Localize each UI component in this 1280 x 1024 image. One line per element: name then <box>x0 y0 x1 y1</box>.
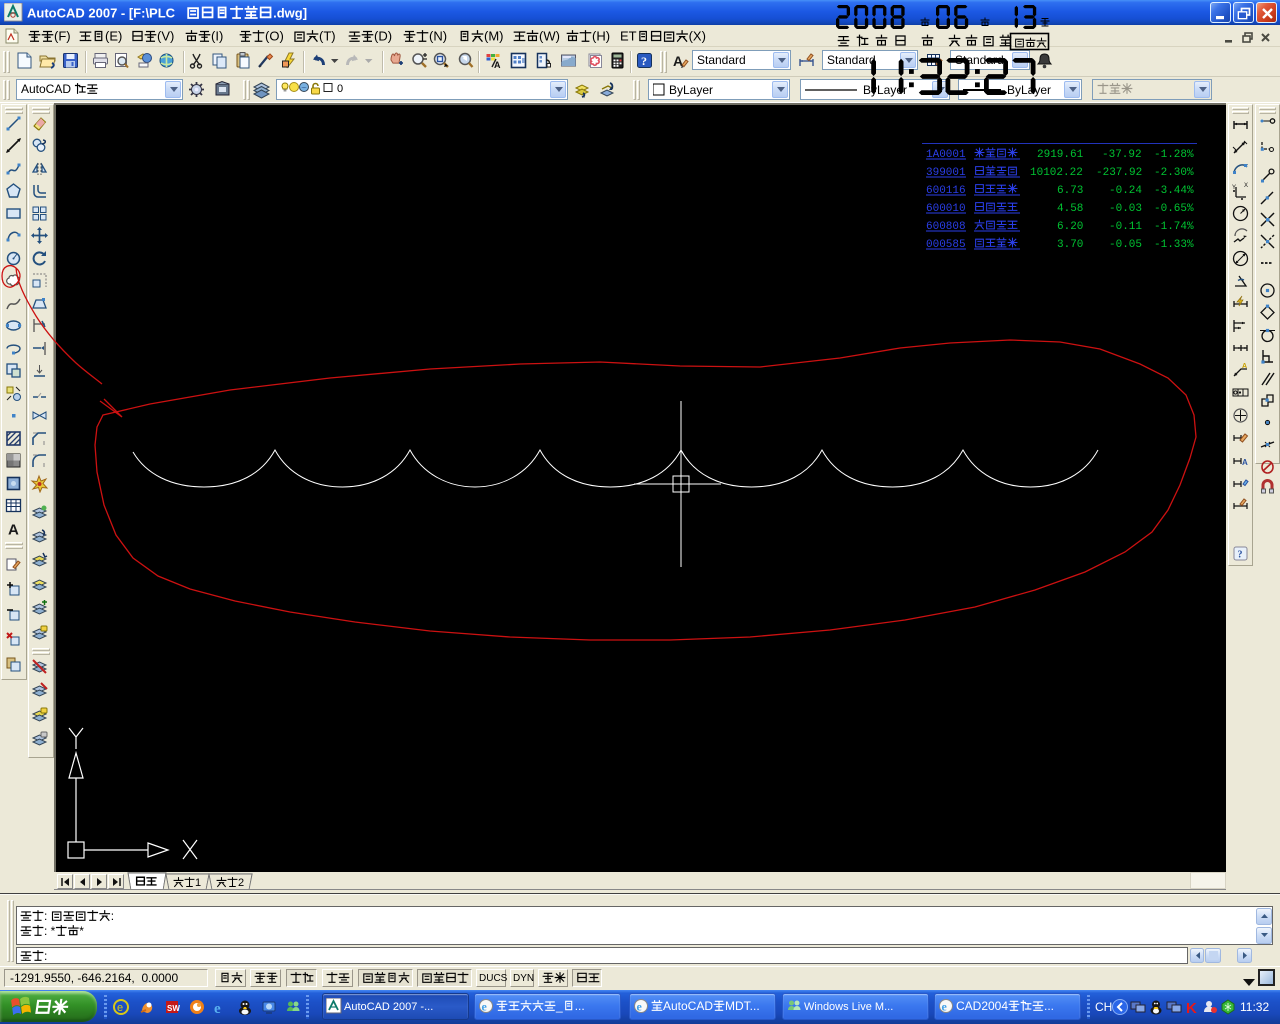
svg-text:MDT...: MDT... <box>725 999 760 1013</box>
svg-text:e: e <box>637 1000 643 1014</box>
svg-text:X: X <box>1244 183 1248 189</box>
svg-text:Standard: Standard <box>955 53 1004 67</box>
svg-text:AutoCAD: AutoCAD <box>663 999 713 1013</box>
svg-text:A: A <box>494 60 501 70</box>
svg-text:A: A <box>8 522 19 539</box>
svg-text:Standard: Standard <box>827 53 876 67</box>
svg-text:Standard: Standard <box>697 53 746 67</box>
svg-text:(D): (D) <box>374 29 392 44</box>
svg-text:2: 2 <box>238 877 244 889</box>
svg-text:SW: SW <box>167 1004 180 1013</box>
svg-text:...: ... <box>575 999 585 1013</box>
svg-text:_: _ <box>555 999 563 1013</box>
svg-text:ByLayer: ByLayer <box>669 83 713 97</box>
svg-text:(V): (V) <box>157 29 174 44</box>
svg-text:e: e <box>942 1000 948 1014</box>
svg-text:ByLayer: ByLayer <box>863 83 907 97</box>
svg-text:?: ? <box>1238 550 1243 561</box>
svg-text:ByLayer: ByLayer <box>1007 83 1051 97</box>
svg-text:*: * <box>79 924 84 938</box>
svg-text::: : <box>111 909 114 923</box>
svg-text:(X): (X) <box>689 29 706 44</box>
svg-text:AutoCAD 2007 - [F:\PLC: AutoCAD 2007 - [F:\PLC <box>27 6 176 21</box>
svg-text::: : <box>44 909 51 923</box>
svg-text:(I): (I) <box>211 29 223 44</box>
svg-text:AutoCAD: AutoCAD <box>21 82 74 96</box>
svg-text:(W): (W) <box>539 29 560 44</box>
svg-text:(N): (N) <box>429 29 447 44</box>
svg-text::: : <box>44 949 47 963</box>
svg-text:: *: : * <box>44 924 56 938</box>
svg-text:CAD2004: CAD2004 <box>956 999 1008 1013</box>
svg-text:e: e <box>214 1001 221 1015</box>
svg-text:(F): (F) <box>54 29 71 44</box>
svg-text:A: A <box>1242 458 1248 467</box>
svg-text:?: ? <box>641 54 647 68</box>
svg-text:Windows Live M...: Windows Live M... <box>804 1001 893 1013</box>
svg-text:(T): (T) <box>319 29 336 44</box>
svg-text:(O): (O) <box>265 29 284 44</box>
svg-text:e: e <box>482 1000 488 1014</box>
svg-text:...: ... <box>1044 999 1054 1013</box>
svg-text:A: A <box>1242 363 1247 370</box>
svg-text:AutoCAD 2007 -...: AutoCAD 2007 -... <box>344 1001 433 1013</box>
svg-text:K: K <box>1186 1000 1197 1015</box>
svg-text:(E): (E) <box>105 29 122 44</box>
svg-text:e: e <box>117 1002 123 1014</box>
svg-text:ET: ET <box>620 29 637 44</box>
svg-text:(M): (M) <box>484 29 504 44</box>
svg-text:0: 0 <box>337 83 343 95</box>
svg-text:(H): (H) <box>592 29 610 44</box>
svg-text:.dwg]: .dwg] <box>273 6 307 21</box>
svg-text:1: 1 <box>195 877 201 889</box>
